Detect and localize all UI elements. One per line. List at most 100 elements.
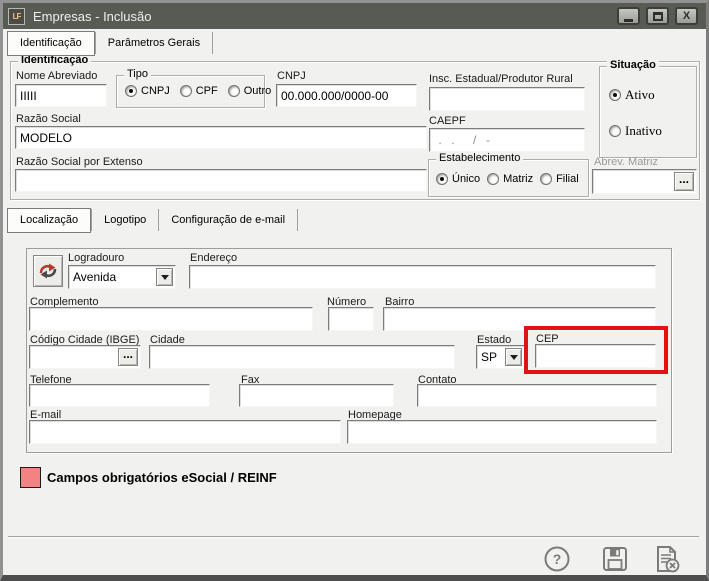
complemento-input[interactable] bbox=[29, 307, 313, 331]
radio-label: Inativo bbox=[625, 123, 662, 139]
radio-icon bbox=[125, 85, 137, 97]
help-button[interactable]: ? bbox=[542, 545, 572, 575]
titlebar: LF Empresas - Inclusão X bbox=[3, 3, 706, 29]
empresas-inclusao-window: LF Empresas - Inclusão X Identificação P… bbox=[0, 0, 709, 581]
chevron-down-icon bbox=[161, 275, 169, 284]
razao-social-label: Razão Social bbox=[16, 113, 81, 125]
minimize-icon bbox=[624, 19, 633, 22]
app-logo-icon: LF bbox=[8, 8, 25, 25]
abrev-matriz-label: Abrev. Matriz bbox=[594, 156, 658, 168]
main-tabstrip: Identificação Parâmetros Gerais bbox=[7, 31, 213, 55]
razao-social-extenso-input[interactable] bbox=[15, 169, 427, 192]
chevron-down-icon bbox=[510, 355, 518, 364]
svg-text:?: ? bbox=[553, 551, 562, 567]
help-icon: ? bbox=[543, 545, 571, 573]
logradouro-value[interactable] bbox=[70, 267, 153, 287]
radio-icon bbox=[609, 89, 621, 101]
radio-situacao-ativo[interactable]: Ativo bbox=[609, 87, 655, 103]
cnpj-input[interactable] bbox=[276, 84, 417, 107]
swap-arrows-icon bbox=[38, 262, 58, 280]
tipo-group-title: Tipo bbox=[124, 68, 151, 80]
abrev-matriz-browse-button[interactable]: ... bbox=[674, 172, 694, 191]
tipo-groupbox: Tipo CNPJ CPF Outro bbox=[116, 75, 265, 108]
close-button[interactable]: X bbox=[675, 7, 698, 25]
insc-estadual-label: Insc. Estadual/Produtor Rural bbox=[429, 73, 573, 85]
footer-separator bbox=[8, 536, 699, 538]
estabelecimento-radio-row: Único Matriz Filial bbox=[436, 173, 579, 185]
radio-label: CNPJ bbox=[141, 85, 170, 97]
cidade-input[interactable] bbox=[149, 345, 455, 369]
nome-abreviado-label: Nome Abreviado bbox=[16, 70, 97, 82]
cancel-document-icon bbox=[651, 544, 681, 574]
contato-input[interactable] bbox=[417, 384, 657, 407]
logradouro-dropdown-button[interactable] bbox=[156, 268, 173, 286]
radio-label: Filial bbox=[556, 173, 579, 185]
window-title: Empresas - Inclusão bbox=[33, 9, 152, 24]
caepf-label: CAEPF bbox=[429, 115, 466, 127]
radio-icon bbox=[487, 173, 499, 185]
radio-icon bbox=[540, 173, 552, 185]
radio-label: Ativo bbox=[625, 87, 655, 103]
radio-icon bbox=[180, 85, 192, 97]
email-input[interactable] bbox=[29, 420, 341, 444]
razao-social-extenso-label: Razão Social por Extenso bbox=[16, 156, 143, 168]
tipo-radio-row: CNPJ CPF Outro bbox=[125, 85, 271, 97]
abrev-matriz-input[interactable] bbox=[594, 171, 674, 192]
tab-separator bbox=[212, 32, 213, 54]
minimize-button[interactable] bbox=[617, 7, 640, 25]
radio-tipo-outro[interactable]: Outro bbox=[228, 85, 272, 97]
endereco-label: Endereço bbox=[190, 252, 237, 264]
estado-value[interactable] bbox=[478, 347, 505, 367]
sub-tabstrip: Localização Logotipo Configuração de e-m… bbox=[7, 208, 298, 232]
endereco-input[interactable] bbox=[189, 265, 656, 289]
window-controls: X bbox=[617, 7, 701, 25]
radio-tipo-cnpj[interactable]: CNPJ bbox=[125, 85, 170, 97]
radio-estabelecimento-matriz[interactable]: Matriz bbox=[487, 173, 533, 185]
maximize-button[interactable] bbox=[646, 7, 669, 25]
cancel-document-button[interactable] bbox=[651, 544, 681, 574]
cep-input[interactable] bbox=[535, 344, 656, 368]
save-floppy-icon bbox=[601, 545, 629, 573]
caepf-input[interactable] bbox=[429, 128, 585, 152]
radio-estabelecimento-filial[interactable]: Filial bbox=[540, 173, 579, 185]
radio-icon bbox=[609, 125, 621, 137]
radio-label: Único bbox=[452, 173, 480, 185]
radio-situacao-inativo[interactable]: Inativo bbox=[609, 123, 662, 139]
estado-dropdown-button[interactable] bbox=[505, 348, 522, 366]
estado-combobox[interactable] bbox=[476, 345, 525, 369]
tab-parametros-gerais[interactable]: Parâmetros Gerais bbox=[96, 32, 212, 55]
insc-estadual-input[interactable] bbox=[429, 87, 585, 111]
radio-icon bbox=[436, 173, 448, 185]
nome-abreviado-input[interactable] bbox=[15, 84, 107, 107]
cnpj-label: CNPJ bbox=[277, 70, 306, 82]
telefone-input[interactable] bbox=[29, 384, 210, 407]
logradouro-label: Logradouro bbox=[68, 252, 124, 264]
logradouro-combobox[interactable] bbox=[68, 265, 176, 289]
codigo-cidade-field: ... bbox=[29, 345, 141, 369]
codigo-cidade-browse-button[interactable]: ... bbox=[118, 348, 138, 366]
tab-identificacao[interactable]: Identificação bbox=[7, 31, 95, 56]
estabelecimento-groupbox: Estabelecimento Único Matriz Filial bbox=[428, 159, 589, 197]
tab-localizacao[interactable]: Localização bbox=[7, 208, 91, 233]
required-fields-legend: Campos obrigatórios eSocial / REINF bbox=[47, 470, 277, 485]
homepage-input[interactable] bbox=[347, 420, 657, 444]
identificacao-group-title: Identificação bbox=[18, 54, 91, 66]
save-button[interactable] bbox=[600, 545, 630, 575]
tab-configuracao-email[interactable]: Configuração de e-mail bbox=[159, 209, 297, 232]
radio-label: CPF bbox=[196, 85, 218, 97]
fax-input[interactable] bbox=[239, 384, 394, 407]
codigo-cidade-input[interactable] bbox=[31, 347, 118, 367]
required-fields-swatch bbox=[20, 467, 41, 488]
radio-estabelecimento-unico[interactable]: Único bbox=[436, 173, 480, 185]
radio-icon bbox=[228, 85, 240, 97]
numero-input[interactable] bbox=[328, 307, 374, 331]
razao-social-input[interactable] bbox=[15, 126, 427, 149]
situacao-group-title: Situação bbox=[607, 59, 659, 71]
radio-tipo-cpf[interactable]: CPF bbox=[180, 85, 218, 97]
tab-separator bbox=[297, 209, 298, 231]
tab-logotipo[interactable]: Logotipo bbox=[92, 209, 158, 232]
bairro-input[interactable] bbox=[383, 307, 656, 331]
radio-label: Outro bbox=[244, 85, 272, 97]
swap-address-button[interactable] bbox=[33, 255, 63, 287]
abrev-matriz-field: ... bbox=[592, 169, 697, 194]
